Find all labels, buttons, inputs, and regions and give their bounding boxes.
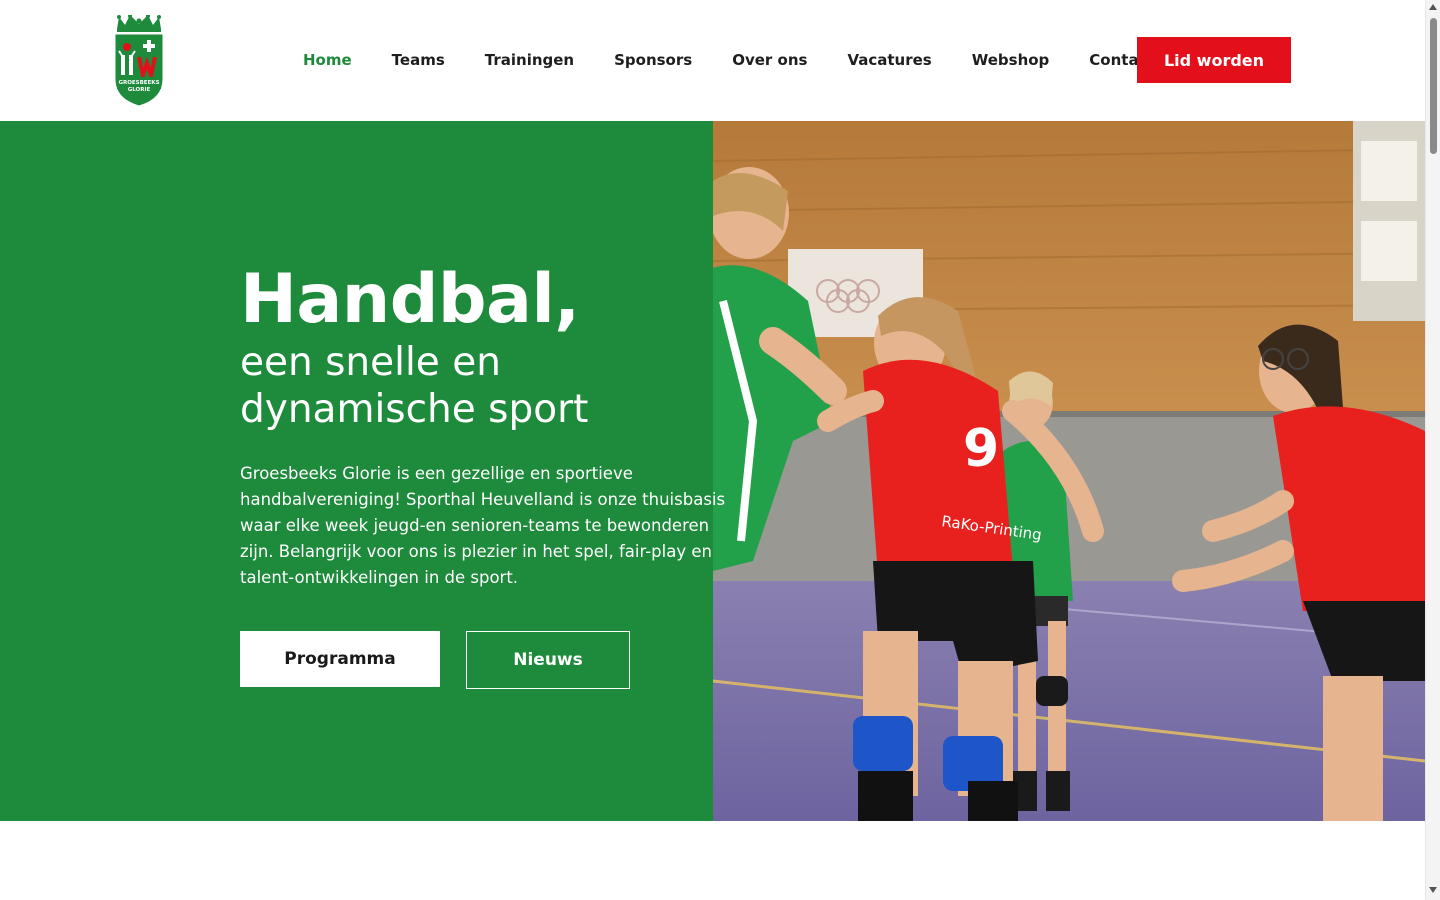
nav-item-over-ons[interactable]: Over ons xyxy=(732,48,807,72)
hero-description: Groesbeeks Glorie is een gezellige en sp… xyxy=(240,464,726,587)
hero-subtitle: een snelle en dynamische sport xyxy=(240,339,740,433)
scroll-down-arrow-icon[interactable] xyxy=(1429,887,1437,893)
join-button[interactable]: Lid worden xyxy=(1137,37,1291,83)
programma-button[interactable]: Programma xyxy=(240,631,440,687)
nav-item-trainingen[interactable]: Trainingen xyxy=(485,48,574,72)
hero-subtitle-line-2: dynamische sport xyxy=(240,387,589,432)
scroll-up-arrow-icon[interactable] xyxy=(1429,4,1437,10)
nav-item-vacatures[interactable]: Vacatures xyxy=(847,48,931,72)
nav-item-webshop[interactable]: Webshop xyxy=(972,48,1050,72)
scrollbar-thumb[interactable] xyxy=(1430,18,1437,154)
nav-item-sponsors[interactable]: Sponsors xyxy=(614,48,692,72)
nav-item-teams[interactable]: Teams xyxy=(392,48,445,72)
svg-text:9: 9 xyxy=(963,419,999,479)
hero-buttons: Programma Nieuws xyxy=(240,631,630,689)
main-nav: Home Teams Trainingen Sponsors Over ons … xyxy=(303,48,1195,72)
page-scrollbar[interactable] xyxy=(1425,0,1440,900)
svg-text:GROESBEEKS: GROESBEEKS xyxy=(118,80,159,86)
site-header: GROESBEEKS GLORIE Home Teams Trainingen … xyxy=(0,0,1425,121)
club-crest-icon: GROESBEEKS GLORIE xyxy=(114,14,164,107)
handball-photo-illustration: 9 RaKo-Printing xyxy=(713,121,1425,821)
club-crest-logo[interactable]: GROESBEEKS GLORIE xyxy=(113,14,165,107)
hero-title: Handbal, xyxy=(240,260,580,339)
hero-subtitle-line-1: een snelle en xyxy=(240,340,501,385)
nav-item-home[interactable]: Home xyxy=(303,48,352,72)
svg-text:GLORIE: GLORIE xyxy=(128,87,151,93)
hero-section: 9 RaKo-Printing Handbal, een snelle en d… xyxy=(0,121,1425,821)
hero-handball-photo: 9 RaKo-Printing xyxy=(713,121,1425,821)
hero-content: Handbal, een snelle en dynamische sport … xyxy=(240,261,740,591)
nieuws-button[interactable]: Nieuws xyxy=(466,631,630,689)
